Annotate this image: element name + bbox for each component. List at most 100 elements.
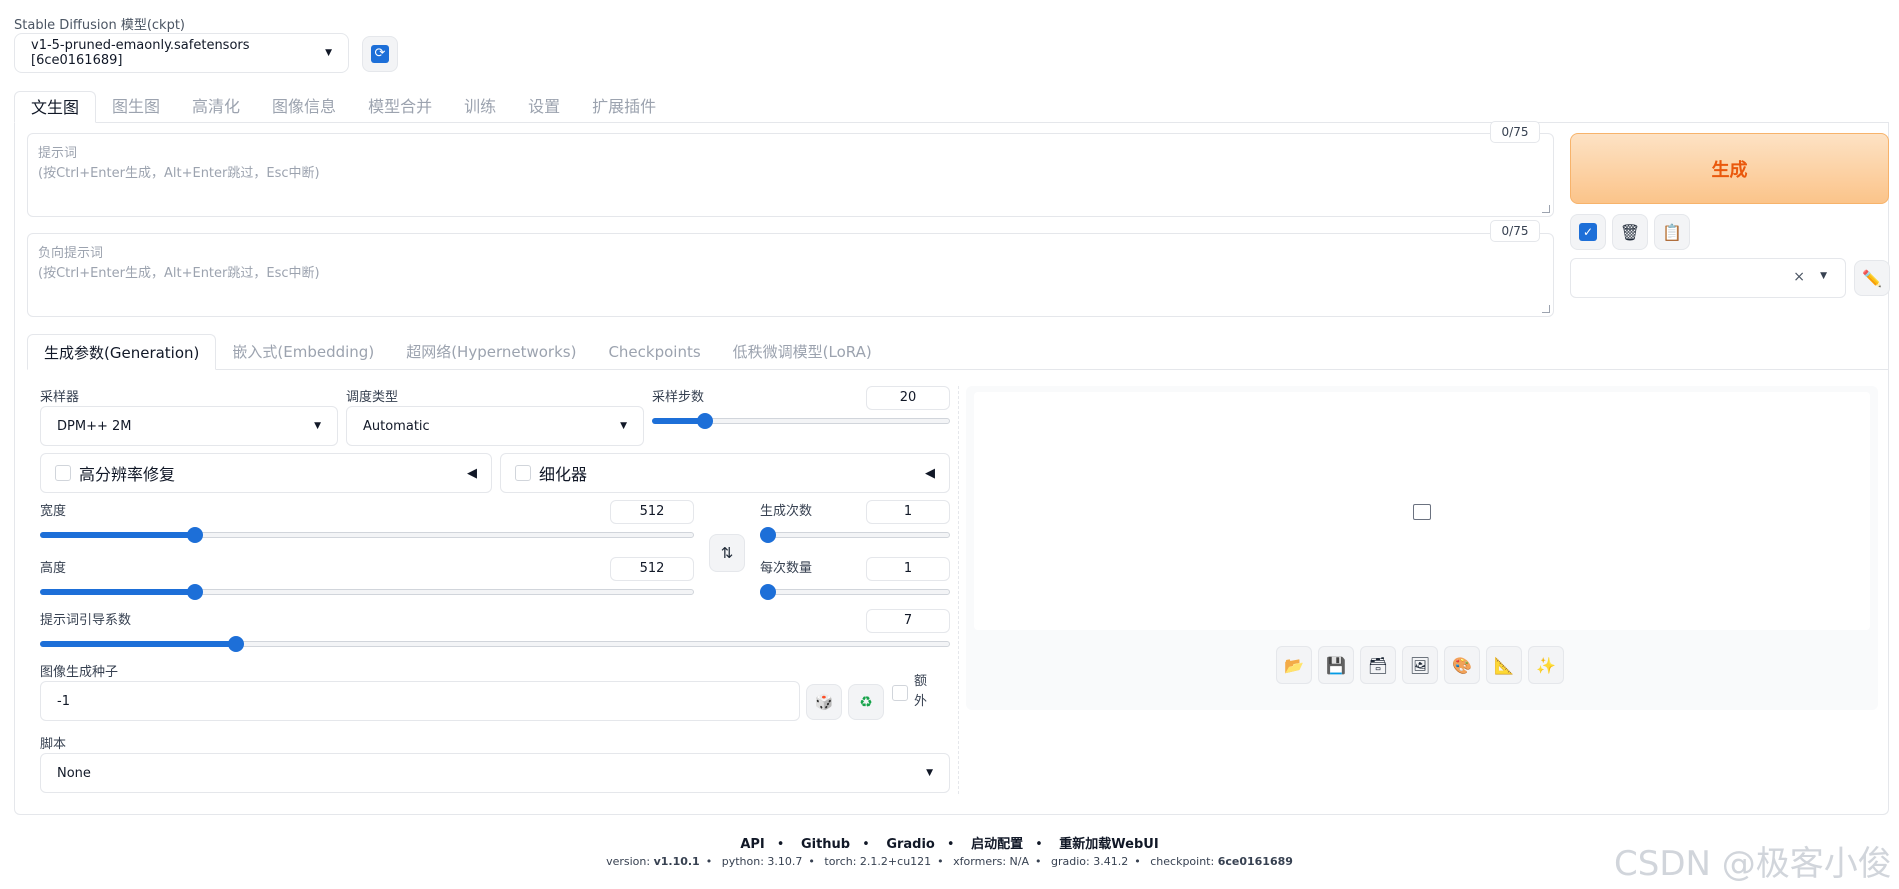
- sampler-value: DPM++ 2M: [57, 418, 132, 434]
- refiner-checkbox[interactable]: [515, 465, 531, 481]
- edit-styles-button[interactable]: ✏️: [1854, 260, 1890, 296]
- prompt-placeholder-line1: 提示词: [38, 146, 78, 161]
- batch-size-input[interactable]: 1: [866, 557, 950, 581]
- clear-prompt-button[interactable]: 🗑: [1612, 214, 1648, 250]
- width-slider-thumb[interactable]: [187, 527, 203, 543]
- script-select[interactable]: None ▼: [40, 753, 950, 793]
- hires-fix-label: 高分辨率修复: [79, 465, 176, 484]
- send-to-extras-button[interactable]: 📐: [1486, 646, 1522, 684]
- checkpoint-hash-value: 6ce0161689: [1217, 855, 1293, 868]
- extra-seed-checkbox[interactable]: [892, 685, 908, 701]
- generate-button[interactable]: 生成: [1570, 133, 1889, 204]
- send-to-inpaint-button[interactable]: 🎨: [1444, 646, 1480, 684]
- sampler-select[interactable]: DPM++ 2M ▼: [40, 406, 338, 446]
- cfg-scale-slider-fill: [40, 641, 236, 647]
- swap-dimensions-button[interactable]: ⇅: [709, 534, 745, 572]
- prompt-input[interactable]: 提示词 (按Ctrl+Enter生成，Alt+Enter跳过，Esc中断): [27, 133, 1554, 217]
- folder-icon: 📂: [1284, 655, 1304, 675]
- tab-lora[interactable]: 低秩微调模型(LoRA): [717, 334, 888, 370]
- steps-input[interactable]: 20: [866, 386, 950, 410]
- footer-link-gradio[interactable]: Gradio: [886, 837, 935, 852]
- python-version: python: 3.10.7: [721, 855, 803, 868]
- tab-checkpoint-merger[interactable]: 模型合并: [352, 91, 448, 123]
- gradio-version: gradio: 3.41.2: [1051, 855, 1129, 868]
- tab-extras[interactable]: 高清化: [176, 91, 256, 123]
- refiner-accordion[interactable]: 细化器 ◀: [500, 453, 950, 493]
- cfg-scale-slider[interactable]: [40, 636, 950, 652]
- version-label: version:: [606, 855, 651, 868]
- tab-png-info[interactable]: 图像信息: [256, 91, 352, 123]
- negative-prompt-input[interactable]: 负向提示词 (按Ctrl+Enter生成，Alt+Enter跳过，Esc中断): [27, 233, 1554, 317]
- clear-icon[interactable]: ×: [1793, 269, 1805, 285]
- width-label: 宽度: [40, 504, 67, 519]
- checkpoint-select[interactable]: v1-5-pruned-emaonly.safetensors [6ce0161…: [14, 33, 349, 73]
- resize-handle-icon[interactable]: [1542, 305, 1550, 313]
- random-seed-button[interactable]: 🎲: [806, 684, 842, 720]
- palette-icon: 🎨: [1452, 655, 1472, 675]
- footer-link-github[interactable]: Github: [801, 837, 850, 852]
- prompt-placeholder-line2: (按Ctrl+Enter生成，Alt+Enter跳过，Esc中断): [38, 166, 320, 181]
- tab-hypernetworks[interactable]: 超网络(Hypernetworks): [390, 334, 592, 370]
- width-input[interactable]: 512: [610, 500, 694, 524]
- batch-size-label: 每次数量: [760, 561, 813, 576]
- image-placeholder-icon: [1413, 504, 1431, 520]
- batch-count-slider-thumb[interactable]: [760, 527, 776, 543]
- hires-fix-checkbox[interactable]: [55, 465, 71, 481]
- steps-slider-thumb[interactable]: [697, 413, 713, 429]
- width-slider[interactable]: [40, 527, 694, 543]
- chevron-down-icon: ▼: [926, 768, 933, 778]
- send-to-img2img-button[interactable]: 🖼: [1402, 646, 1438, 684]
- hires-fix-accordion[interactable]: 高分辨率修复 ◀: [40, 453, 492, 493]
- tab-embedding[interactable]: 嵌入式(Embedding): [216, 334, 390, 370]
- version-value: v1.10.1: [653, 855, 700, 868]
- seed-label: 图像生成种子: [40, 665, 119, 680]
- tab-txt2img[interactable]: 文生图: [14, 91, 97, 123]
- height-input[interactable]: 512: [610, 557, 694, 581]
- height-slider[interactable]: [40, 584, 694, 600]
- collapse-triangle-icon[interactable]: ◀: [467, 466, 477, 481]
- batch-size-slider-thumb[interactable]: [760, 584, 776, 600]
- extra-seed-label: 额 外: [914, 672, 927, 712]
- cfg-scale-slider-thumb[interactable]: [228, 636, 244, 652]
- save-icon: 💾: [1326, 655, 1346, 675]
- styles-select[interactable]: × ▼: [1570, 258, 1846, 298]
- pencil-icon: ✏️: [1862, 268, 1882, 288]
- recycle-icon: ♻: [859, 693, 873, 711]
- steps-slider[interactable]: [652, 413, 950, 429]
- checkpoint-hash-label: checkpoint:: [1150, 855, 1215, 868]
- footer-link-startup-profile[interactable]: 启动配置: [971, 837, 1023, 852]
- refresh-checkpoint-button[interactable]: ⟳: [362, 36, 398, 72]
- save-button[interactable]: 💾: [1318, 646, 1354, 684]
- footer-link-api[interactable]: API: [740, 837, 764, 852]
- tab-train[interactable]: 训练: [448, 91, 512, 123]
- chevron-down-icon: ▼: [1820, 271, 1827, 281]
- batch-count-slider[interactable]: [760, 527, 950, 543]
- cfg-scale-input[interactable]: 7: [866, 609, 950, 633]
- footer-link-reload-ui[interactable]: 重新加载WebUI: [1059, 837, 1158, 852]
- seed-value: -1: [57, 693, 70, 709]
- refiner-label: 细化器: [539, 465, 588, 484]
- zip-button[interactable]: 🗃: [1360, 646, 1396, 684]
- schedule-type-select[interactable]: Automatic ▼: [346, 406, 644, 446]
- seed-input[interactable]: -1: [40, 681, 800, 721]
- resize-handle-icon[interactable]: [1542, 205, 1550, 213]
- batch-count-input[interactable]: 1: [866, 500, 950, 524]
- width-slider-fill: [40, 532, 195, 538]
- batch-size-slider[interactable]: [760, 584, 950, 600]
- tab-checkpoints[interactable]: Checkpoints: [592, 334, 716, 370]
- tab-img2img[interactable]: 图生图: [96, 91, 176, 123]
- tab-settings[interactable]: 设置: [512, 91, 576, 123]
- watermark: CSDN @极客小俊: [1614, 844, 1892, 884]
- open-folder-button[interactable]: 📂: [1276, 646, 1312, 684]
- negative-prompt-placeholder-line2: (按Ctrl+Enter生成，Alt+Enter跳过，Esc中断): [38, 266, 320, 281]
- paste-params-button[interactable]: 📋: [1654, 214, 1690, 250]
- upscale-button[interactable]: ✨: [1528, 646, 1564, 684]
- reuse-seed-button[interactable]: ♻: [848, 684, 884, 720]
- show-extra-networks-button[interactable]: ✓: [1570, 214, 1606, 250]
- collapse-triangle-icon[interactable]: ◀: [925, 466, 935, 481]
- checkpoint-value: v1-5-pruned-emaonly.safetensors [6ce0161…: [31, 38, 250, 68]
- batch-size-slider-track: [760, 589, 950, 595]
- tab-generation[interactable]: 生成参数(Generation): [27, 334, 217, 370]
- height-slider-thumb[interactable]: [187, 584, 203, 600]
- tab-extensions[interactable]: 扩展插件: [576, 91, 672, 123]
